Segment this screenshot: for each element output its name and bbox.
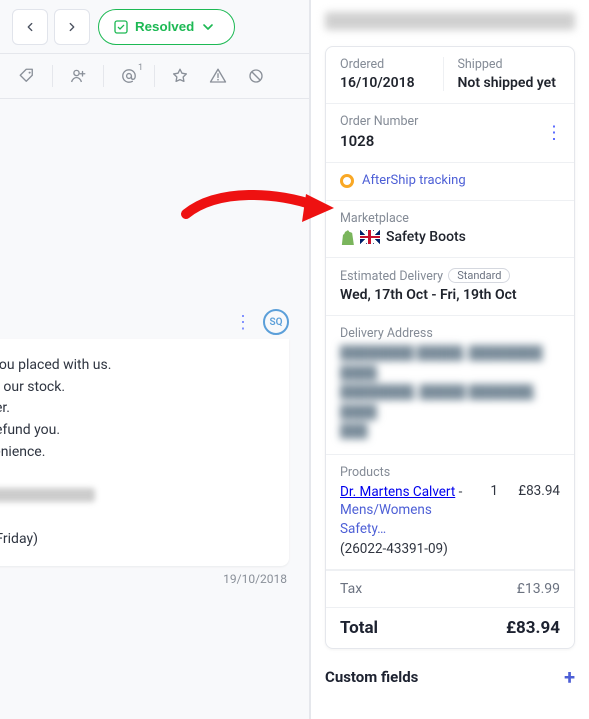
marketplace-value: Safety Boots: [386, 229, 466, 245]
agent-avatar-badge: SQ: [263, 309, 289, 335]
nav-prev-button[interactable]: [12, 9, 48, 45]
msg-line: this inconvenience.: [0, 442, 273, 464]
uk-flag-icon: [360, 230, 380, 244]
product-qty: 1: [484, 483, 498, 499]
msg-line: lfil your order.: [0, 398, 273, 420]
order-sidebar: Ordered 16/10/2018 Shipped Not shipped y…: [310, 0, 589, 719]
conversation-toolbar: Resolved: [0, 0, 309, 53]
aftership-label: AfterShip tracking: [362, 173, 466, 188]
product-link[interactable]: Dr. Martens Calvert: [340, 484, 455, 500]
msg-hours: Monday to Friday): [0, 529, 273, 551]
ordered-value: 16/10/2018: [340, 75, 443, 91]
resolved-status-button[interactable]: Resolved: [98, 9, 235, 45]
block-button[interactable]: [239, 59, 273, 93]
mention-badge: 1: [138, 63, 143, 73]
msg-line: r and fully refund you.: [0, 420, 273, 442]
msg-line: n issue with our stock.: [0, 377, 273, 399]
order-number-value: 1028: [340, 132, 560, 150]
chevron-down-icon: [200, 19, 216, 35]
person-plus-icon: [69, 67, 87, 85]
product-sku: (26022-43391-09): [340, 541, 560, 557]
chevron-right-icon: [65, 20, 79, 34]
aftership-tracking-link[interactable]: AfterShip tracking: [340, 173, 560, 188]
order-card: Ordered 16/10/2018 Shipped Not shipped y…: [325, 46, 575, 649]
products-label: Products: [340, 465, 560, 480]
order-number-label: Order Number: [340, 114, 560, 129]
tax-value: £13.99: [517, 581, 560, 597]
aftership-icon: [340, 174, 354, 188]
message-menu-button[interactable]: ⋮: [234, 312, 253, 333]
marketplace-label: Marketplace: [340, 211, 560, 226]
shipping-tier-badge: Standard: [448, 268, 510, 283]
tag-button[interactable]: [10, 59, 44, 93]
custom-fields-heading: Custom fields: [325, 668, 418, 686]
delivery-address-label: Delivery Address: [340, 326, 560, 341]
conversation-body: ⋮ SQ o an order you placed with us. n is…: [0, 99, 309, 719]
star-button[interactable]: [163, 59, 197, 93]
nav-next-button[interactable]: [54, 9, 90, 45]
product-price: £83.94: [506, 483, 560, 499]
delivery-address-redacted: ████████ █████, ████████ ████, ████████,…: [340, 344, 560, 442]
shipped-value: Not shipped yet: [458, 75, 561, 91]
ordered-label: Ordered: [340, 57, 443, 72]
product-name-rest: Mens/Womens Safety…: [340, 502, 432, 537]
star-icon: [171, 67, 189, 85]
tag-icon: [18, 67, 36, 85]
resolved-label: Resolved: [135, 19, 194, 34]
mention-button[interactable]: 1: [112, 59, 146, 93]
msg-line: o an order you placed with us.: [0, 355, 273, 377]
total-value: £83.94: [506, 618, 560, 638]
tax-label: Tax: [340, 581, 362, 597]
check-square-icon: [113, 19, 129, 35]
eta-label: Estimated Delivery Standard: [340, 268, 560, 284]
conversation-pane: Resolved 1: [0, 0, 310, 719]
shopify-icon: [340, 229, 354, 245]
message-timestamp: 19/10/2018: [0, 572, 289, 586]
customer-email-redacted: [325, 12, 575, 30]
assign-button[interactable]: [61, 59, 95, 93]
chevron-left-icon: [23, 20, 37, 34]
at-icon: [120, 67, 138, 85]
eta-value: Wed, 17th Oct - Fri, 19th Oct: [340, 287, 560, 303]
conversation-iconbar: 1: [0, 53, 309, 99]
alert-triangle-icon: [209, 67, 227, 85]
prohibit-icon: [247, 67, 265, 85]
order-actions-button[interactable]: ⋮: [545, 123, 564, 144]
shipped-label: Shipped: [458, 57, 561, 72]
add-custom-field-button[interactable]: +: [564, 667, 575, 687]
alert-button[interactable]: [201, 59, 235, 93]
outbound-message-bubble: o an order you placed with us. n issue w…: [0, 339, 289, 566]
total-label: Total: [340, 618, 378, 638]
redacted-text: [0, 488, 95, 502]
